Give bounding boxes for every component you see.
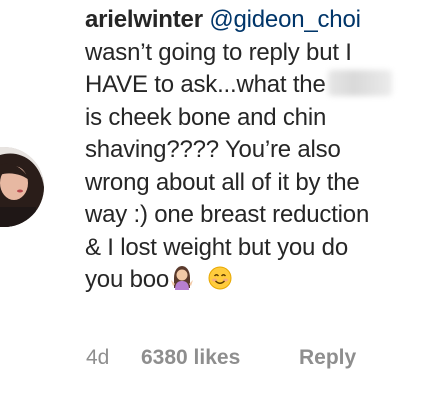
reply-button[interactable]: Reply: [299, 346, 356, 370]
comment-line-2: wasn’t going to reply but I: [85, 38, 352, 66]
comment-meta: 4d 6380 likes Reply: [86, 346, 356, 370]
comment-line-4: is cheek bone and chin: [85, 103, 327, 131]
comment-line-8: & I lost weight but you do: [85, 233, 348, 261]
comment-line-6: wrong about all of it by the: [85, 168, 360, 196]
smiling-face-emoji-icon: [208, 266, 232, 300]
comment-text: HAVE to ask...what the: [85, 71, 326, 98]
comment-line-5: shaving???? You’re also: [85, 136, 341, 163]
blurred-word: [327, 70, 392, 96]
comment-text: you boo: [85, 266, 170, 293]
username-link[interactable]: arielwinter: [85, 6, 203, 33]
timestamp: 4d: [86, 346, 110, 369]
comment-line-1: arielwinter @gideon_choi: [85, 4, 447, 37]
comment-line-7: way :) one breast reduction: [85, 201, 370, 228]
profile-photo-icon: [0, 147, 44, 227]
shrugging-woman-emoji-icon: [170, 264, 194, 300]
mention-link[interactable]: @gideon_choi: [209, 6, 361, 33]
comment-line-3: HAVE to ask...what the: [85, 69, 447, 102]
likes-count[interactable]: 6380 likes: [141, 346, 299, 370]
avatar[interactable]: [0, 147, 44, 227]
comment-line-9: you boo: [85, 264, 447, 300]
comment-body: arielwinter @gideon_choi wasn’t going to…: [85, 4, 447, 300]
